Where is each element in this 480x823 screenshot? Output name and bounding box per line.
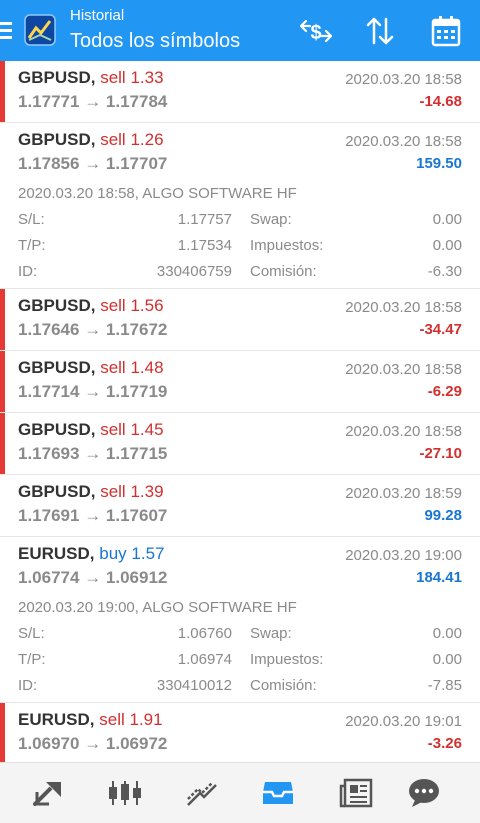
commission-value: -7.85: [427, 677, 462, 694]
loss-marker: [0, 61, 5, 122]
news-icon[interactable]: [338, 775, 374, 811]
tax-value: 0.00: [432, 237, 462, 254]
commission-value: -6.30: [427, 263, 462, 280]
bottom-navigation: [0, 762, 480, 823]
trade-prices: 1.17691 → 1.17607: [18, 506, 168, 525]
trade-type: sell 1.56: [100, 296, 164, 315]
id-value: 330406759: [156, 263, 232, 280]
trade-time: 2020.03.20 18:58: [345, 361, 462, 378]
trade-time: 2020.03.20 18:58: [345, 299, 462, 316]
id-label: ID:: [18, 677, 38, 694]
loss-marker: [0, 703, 5, 767]
trade-type: sell 1.45: [100, 420, 164, 439]
menu-icon[interactable]: [0, 22, 12, 40]
trade-detail-line: 2020.03.20 18:58, ALGO SOFTWARE HF: [18, 185, 297, 202]
trade-symbol: EURUSD, buy 1.57: [18, 544, 165, 563]
trade-time: 2020.03.20 19:00: [345, 547, 462, 564]
trade-prices: 1.17856 → 1.17707: [18, 154, 168, 173]
sort-icon[interactable]: [362, 13, 398, 49]
trade-prices: 1.06970 → 1.06972: [18, 734, 168, 753]
trade-row-expanded[interactable]: EURUSD, buy 1.57 1.06774 → 1.06912 2020.…: [0, 537, 480, 703]
swap-label: Swap:: [250, 625, 292, 642]
trade-prices: 1.06774 → 1.06912: [18, 568, 168, 587]
trade-type: sell 1.91: [99, 710, 163, 729]
chart-icon[interactable]: [107, 775, 143, 811]
trade-time: 2020.03.20 19:01: [345, 713, 462, 730]
trade-prices: 1.17714 → 1.17719: [18, 382, 168, 401]
trade-symbol: GBPUSD, sell 1.39: [18, 482, 164, 501]
loss-marker: [0, 289, 5, 350]
id-value: 330410012: [156, 677, 232, 694]
trade-symbol: EURUSD, sell 1.91: [18, 710, 163, 729]
loss-marker: [0, 413, 5, 474]
trade-symbol: GBPUSD, sell 1.48: [18, 358, 164, 377]
trade-prices: 1.17693 → 1.17715: [18, 444, 168, 463]
sl-value: 1.17757: [177, 211, 232, 228]
commission-label: Comisión:: [250, 263, 317, 280]
trade-symbol: GBPUSD, sell 1.56: [18, 296, 164, 315]
history-icon[interactable]: [260, 775, 296, 811]
trade-time: 2020.03.20 18:59: [345, 485, 462, 502]
trade-profit: -6.29: [427, 383, 462, 400]
swap-value: 0.00: [432, 625, 462, 642]
trade-symbol: GBPUSD, sell 1.45: [18, 420, 164, 439]
trade-profit: -27.10: [419, 445, 462, 462]
trade-type: buy 1.57: [99, 544, 165, 563]
tp-value: 1.17534: [177, 237, 232, 254]
chat-icon[interactable]: [406, 775, 442, 811]
app-header: Historial Todos los símbolos $: [0, 0, 480, 61]
trade-history-list: GBPUSD, sell 1.33 1.17771 → 1.17784 2020…: [0, 61, 480, 767]
svg-text:$: $: [310, 22, 321, 44]
sl-value: 1.06760: [177, 625, 232, 642]
trade-profit: 184.41: [416, 569, 462, 586]
trade-prices: 1.17646 → 1.17672: [18, 320, 168, 339]
trade-profit: -34.47: [419, 321, 462, 338]
currency-icon[interactable]: $: [298, 13, 334, 49]
sl-label: S/L:: [18, 211, 45, 228]
tax-value: 0.00: [432, 651, 462, 668]
trade-profit: -3.26: [427, 735, 462, 752]
loss-marker: [0, 351, 5, 412]
header-subtitle: Historial: [70, 7, 125, 24]
trade-icon[interactable]: [184, 775, 220, 811]
trade-row[interactable]: GBPUSD, sell 1.48 1.17714 → 1.17719 2020…: [0, 351, 480, 413]
trade-time: 2020.03.20 18:58: [345, 423, 462, 440]
trade-time: 2020.03.20 18:58: [345, 71, 462, 88]
trade-row[interactable]: GBPUSD, sell 1.33 1.17771 → 1.17784 2020…: [0, 61, 480, 123]
swap-value: 0.00: [432, 211, 462, 228]
trade-type: sell 1.26: [100, 130, 164, 149]
id-label: ID:: [18, 263, 38, 280]
trade-symbol: GBPUSD, sell 1.26: [18, 130, 164, 149]
trade-type: sell 1.33: [100, 68, 164, 87]
trade-row[interactable]: GBPUSD, sell 1.56 1.17646 → 1.17672 2020…: [0, 289, 480, 351]
tp-value: 1.06974: [177, 651, 232, 668]
tax-label: Impuestos:: [250, 237, 324, 254]
trade-symbol: GBPUSD, sell 1.33: [18, 68, 164, 87]
header-title[interactable]: Todos los símbolos: [70, 30, 240, 53]
trade-type: sell 1.48: [100, 358, 164, 377]
tax-label: Impuestos:: [250, 651, 324, 668]
tp-label: T/P:: [18, 237, 46, 254]
trade-time: 2020.03.20 18:58: [345, 133, 462, 150]
commission-label: Comisión:: [250, 677, 317, 694]
quotes-icon[interactable]: [30, 775, 66, 811]
trade-profit: 159.50: [416, 155, 462, 172]
trade-prices: 1.17771 → 1.17784: [18, 92, 168, 111]
trade-profit: -14.68: [419, 93, 462, 110]
calendar-icon[interactable]: [428, 13, 464, 49]
app-logo-icon[interactable]: [24, 14, 56, 46]
trade-row[interactable]: EURUSD, sell 1.91 1.06970 → 1.06972 2020…: [0, 703, 480, 767]
swap-label: Swap:: [250, 211, 292, 228]
trade-type: sell 1.39: [100, 482, 164, 501]
trade-profit: 99.28: [424, 507, 462, 524]
trade-row[interactable]: GBPUSD, sell 1.39 1.17691 → 1.17607 2020…: [0, 475, 480, 537]
trade-detail-line: 2020.03.20 19:00, ALGO SOFTWARE HF: [18, 599, 297, 616]
tp-label: T/P:: [18, 651, 46, 668]
sl-label: S/L:: [18, 625, 45, 642]
trade-row[interactable]: GBPUSD, sell 1.45 1.17693 → 1.17715 2020…: [0, 413, 480, 475]
trade-row-expanded[interactable]: GBPUSD, sell 1.26 1.17856 → 1.17707 2020…: [0, 123, 480, 289]
